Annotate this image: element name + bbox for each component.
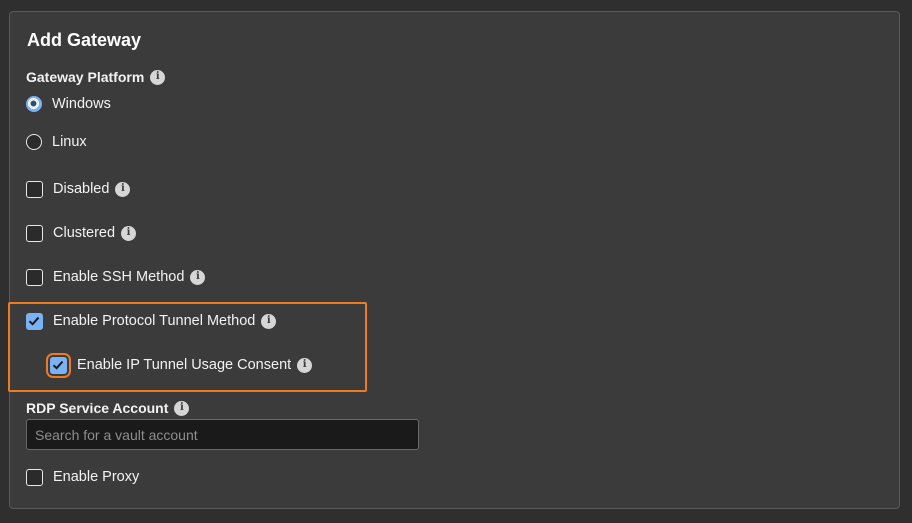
vault-account-search-input[interactable] — [26, 419, 419, 450]
windows-radio-button[interactable] — [26, 96, 42, 112]
clustered-option[interactable]: Clustered i — [26, 222, 137, 244]
checkmark-icon — [28, 316, 40, 326]
disabled-checkbox[interactable] — [26, 180, 43, 198]
protocol-tunnel-option[interactable]: Enable Protocol Tunnel Method i — [26, 310, 277, 332]
disabled-option[interactable]: Disabled i — [26, 178, 131, 200]
radio-windows[interactable]: Windows — [26, 93, 111, 115]
page-title: Add Gateway — [27, 30, 142, 50]
linux-radio-button[interactable] — [26, 134, 42, 150]
windows-radio-label: Windows — [52, 96, 111, 112]
rdp-service-account-label-text: RDP Service Account — [26, 400, 169, 416]
proxy-option[interactable]: Enable Proxy — [26, 466, 139, 488]
linux-radio-label: Linux — [52, 134, 87, 150]
ssh-option[interactable]: Enable SSH Method i — [26, 266, 206, 288]
radio-linux[interactable]: Linux — [26, 131, 87, 153]
ssh-info-icon[interactable]: i — [190, 269, 206, 285]
protocol-tunnel-info-icon[interactable]: i — [261, 313, 277, 329]
protocol-tunnel-label: Enable Protocol Tunnel Method — [53, 313, 256, 329]
clustered-info-icon[interactable]: i — [121, 225, 137, 241]
disabled-info-icon[interactable]: i — [115, 181, 131, 197]
proxy-label: Enable Proxy — [53, 469, 140, 485]
gateway-platform-label-text: Gateway Platform — [26, 69, 145, 85]
add-gateway-panel: Add Gateway Gateway Platform i Windows L… — [8, 11, 900, 509]
disabled-label: Disabled — [53, 181, 110, 197]
rdp-service-account-label: RDP Service Account i — [26, 398, 190, 418]
ip-tunnel-consent-label: Enable IP Tunnel Usage Consent — [77, 357, 292, 373]
clustered-label: Clustered — [53, 225, 116, 241]
protocol-tunnel-checkbox[interactable] — [26, 312, 43, 330]
ip-tunnel-consent-checkbox[interactable] — [46, 352, 71, 378]
checkmark-icon — [52, 360, 64, 370]
proxy-checkbox[interactable] — [26, 468, 43, 486]
gateway-platform-info-icon[interactable]: i — [150, 69, 166, 85]
clustered-checkbox[interactable] — [26, 224, 43, 242]
ssh-label: Enable SSH Method — [53, 269, 185, 285]
gateway-platform-label: Gateway Platform i — [26, 67, 166, 87]
ip-tunnel-consent-option[interactable]: Enable IP Tunnel Usage Consent i — [46, 352, 313, 378]
ip-tunnel-consent-info-icon[interactable]: i — [297, 357, 313, 373]
rdp-service-account-info-icon[interactable]: i — [174, 400, 190, 416]
ssh-checkbox[interactable] — [26, 268, 43, 286]
